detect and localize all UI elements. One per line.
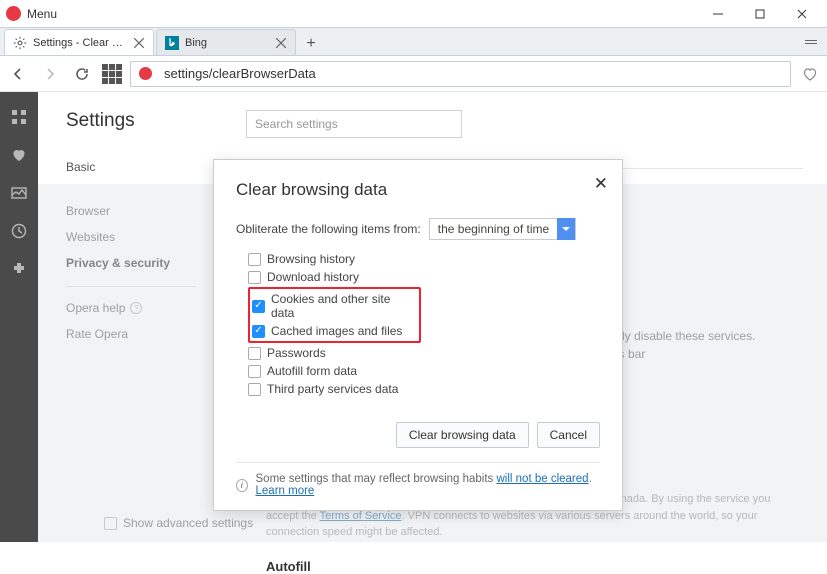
nav-back-button[interactable] — [6, 62, 30, 86]
cancel-button[interactable]: Cancel — [537, 422, 600, 448]
page-title: Settings — [66, 110, 234, 132]
window-minimize-button[interactable] — [697, 0, 739, 28]
option-passwords[interactable]: Passwords — [248, 344, 600, 362]
rail-speeddial-icon[interactable] — [10, 108, 28, 126]
option-thirdparty[interactable]: Third party services data — [248, 380, 600, 398]
learn-more-link[interactable]: Learn more — [256, 485, 315, 497]
window-menu-label[interactable]: Menu — [27, 7, 697, 21]
url-text: settings/clearBrowserData — [164, 66, 784, 81]
speed-dial-button[interactable] — [102, 64, 122, 84]
reload-button[interactable] — [70, 62, 94, 86]
address-bar[interactable]: settings/clearBrowserData — [130, 61, 791, 87]
tab-bing[interactable]: Bing — [156, 29, 296, 55]
new-tab-button[interactable]: + — [298, 33, 324, 55]
tab-strip: Settings - Clear browsing ... Bing + — [0, 28, 827, 56]
clear-browsing-data-dialog: ✕ Clear browsing data Obliterate the fol… — [213, 159, 623, 511]
tab-settings[interactable]: Settings - Clear browsing ... — [4, 29, 154, 55]
dialog-info-note: i Some settings that may reflect browsin… — [236, 473, 600, 497]
option-autofill[interactable]: Autofill form data — [248, 362, 600, 380]
tab-label: Bing — [185, 37, 269, 49]
option-cached[interactable]: Cached images and files — [252, 322, 417, 340]
nav-forward-button[interactable] — [38, 62, 62, 86]
bing-icon — [165, 36, 179, 50]
window-titlebar: Menu — [0, 0, 827, 28]
rail-extensions-icon[interactable] — [10, 260, 28, 278]
rail-gallery-icon[interactable] — [10, 184, 28, 202]
tab-menu-button[interactable] — [801, 32, 821, 52]
highlight-annotation: Cookies and other site data Cached image… — [248, 287, 421, 343]
address-bar-row: settings/clearBrowserData — [0, 56, 827, 92]
window-close-button[interactable] — [781, 0, 823, 28]
sidebar-item-basic[interactable]: Basic — [66, 154, 234, 180]
icon-rail — [0, 92, 38, 542]
opera-badge-icon — [139, 67, 152, 80]
option-cookies[interactable]: Cookies and other site data — [252, 290, 417, 322]
option-download-history[interactable]: Download history — [248, 268, 600, 286]
chevron-down-icon — [557, 218, 575, 240]
clear-data-button[interactable]: Clear browsing data — [396, 422, 529, 448]
time-range-select[interactable]: the beginning of time — [429, 218, 576, 240]
gear-icon — [13, 36, 27, 50]
not-cleared-link[interactable]: will not be cleared — [497, 473, 589, 485]
autofill-section-header: Autofill — [266, 559, 803, 574]
dialog-close-button[interactable]: ✕ — [594, 174, 608, 194]
window-maximize-button[interactable] — [739, 0, 781, 28]
info-icon: i — [236, 479, 248, 492]
time-range-label: Obliterate the following items from: — [236, 222, 421, 236]
option-browsing-history[interactable]: Browsing history — [248, 250, 600, 268]
rail-history-icon[interactable] — [10, 222, 28, 240]
search-settings-input[interactable]: Search settings — [246, 110, 462, 138]
tab-close-icon[interactable] — [133, 37, 145, 49]
tab-label: Settings - Clear browsing ... — [33, 37, 127, 49]
tab-close-icon[interactable] — [275, 37, 287, 49]
rail-heart-icon[interactable] — [10, 146, 28, 164]
bookmark-heart-button[interactable] — [799, 63, 821, 85]
opera-logo-icon — [6, 6, 21, 21]
dialog-title: Clear browsing data — [236, 180, 600, 200]
